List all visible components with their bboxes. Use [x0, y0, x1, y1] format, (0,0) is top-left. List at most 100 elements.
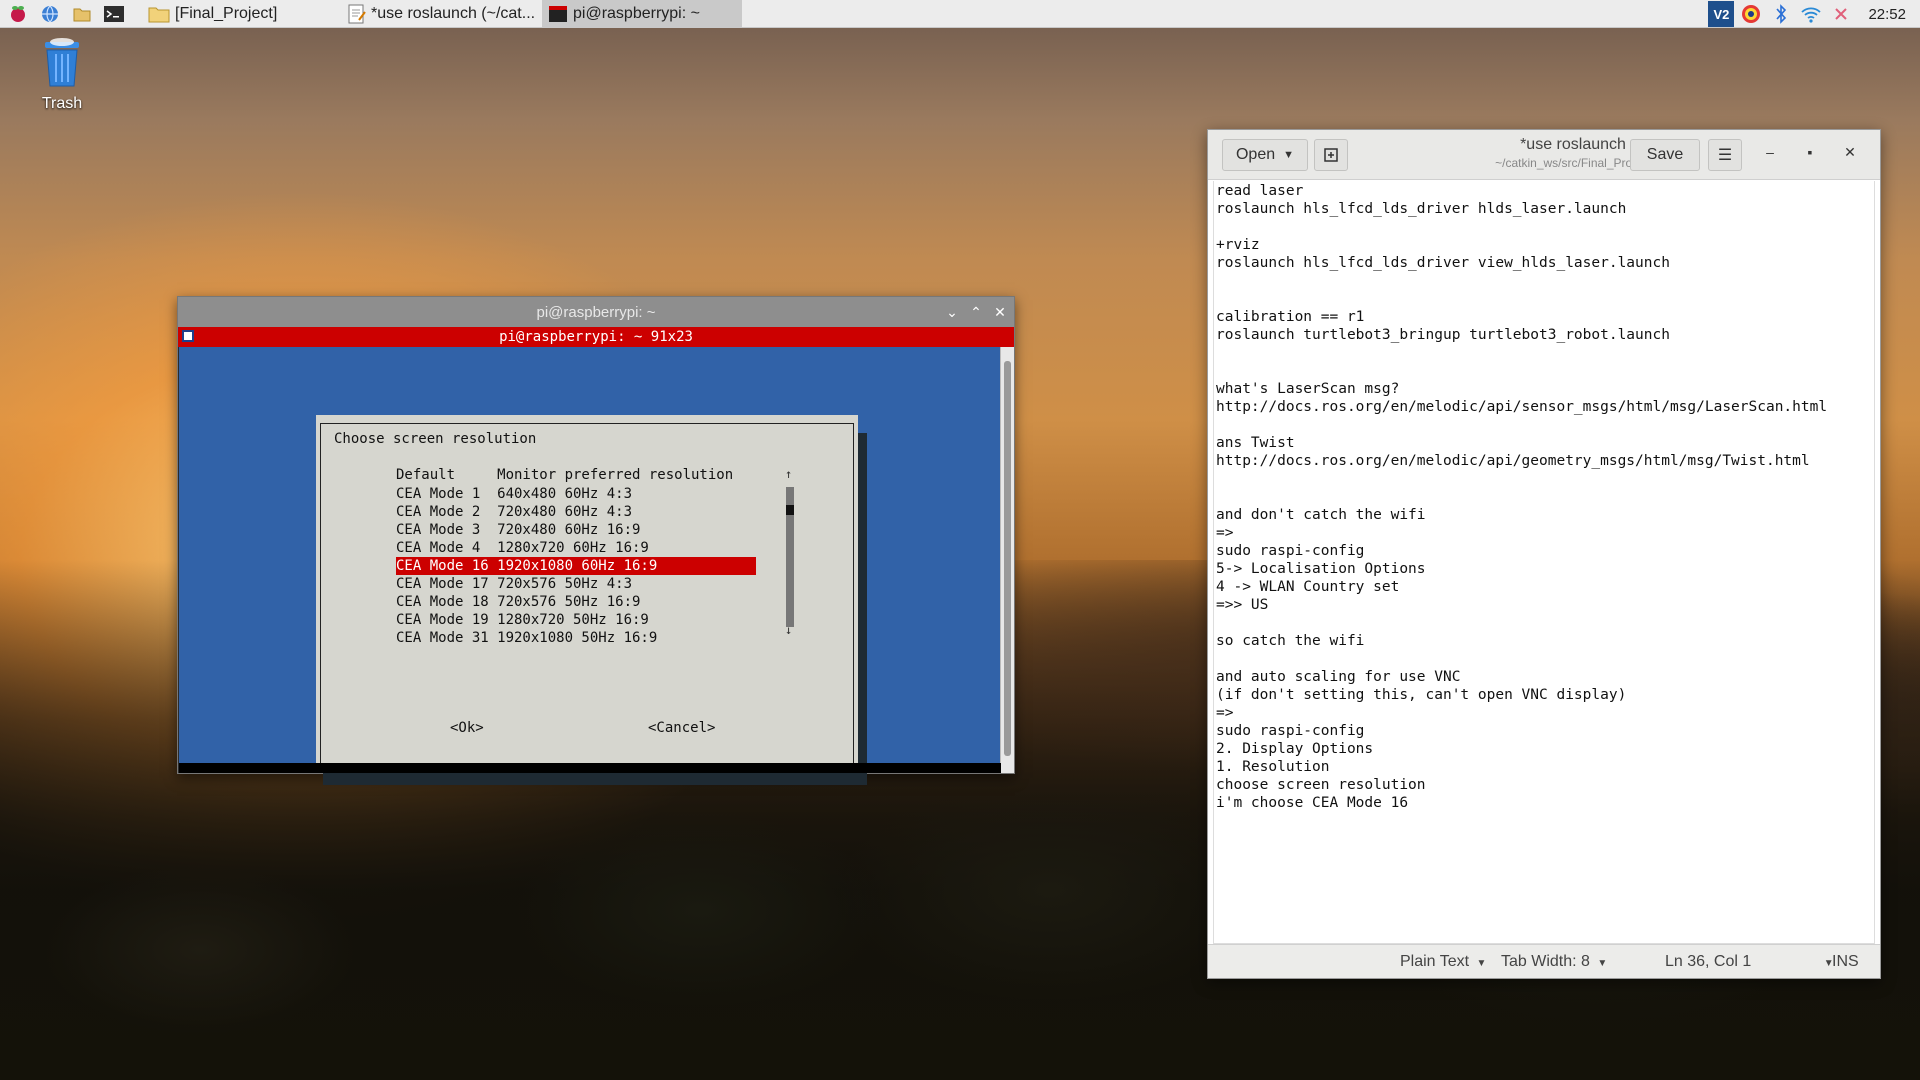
editor-minimize-button[interactable]: –	[1760, 144, 1780, 160]
editor-line[interactable]: 5-> Localisation Options	[1216, 560, 1874, 578]
editor-line[interactable]: http://docs.ros.org/en/melodic/api/geome…	[1216, 452, 1874, 470]
editor-line[interactable]	[1216, 470, 1874, 488]
save-label: Save	[1646, 146, 1684, 163]
cursor-position-label: Ln 36, Col 1	[1665, 953, 1752, 970]
task-label: pi@raspberrypi: ~	[573, 4, 700, 22]
ok-button[interactable]: <Ok>	[450, 720, 484, 736]
editor-line[interactable]	[1216, 650, 1874, 668]
cursor-position-selector[interactable]: Ln 36, Col 1 ▼	[1665, 953, 1834, 971]
task-label: *use roslaunch (~/cat...	[371, 4, 536, 22]
terminal-tab-header: pi@raspberrypi: ~ 91x23	[178, 327, 1014, 347]
editor-line[interactable]: +rviz	[1216, 236, 1874, 254]
terminal-titlebar[interactable]: pi@raspberrypi: ~ ⌄ ⌃ ✕	[178, 297, 1014, 327]
terminal-scroll-thumb[interactable]	[1004, 361, 1011, 756]
vnc-icon[interactable]: V2	[1706, 0, 1736, 28]
close-button[interactable]: ✕	[992, 304, 1008, 320]
caret-down-icon: ▼	[1476, 958, 1487, 969]
task-terminal[interactable]: pi@raspberrypi: ~	[542, 0, 742, 28]
minimize-button[interactable]: ⌄	[944, 304, 960, 320]
editor-line[interactable]	[1216, 344, 1874, 362]
option-cea-mode-1[interactable]: CEA Mode 1 640x480 60Hz 4:3	[396, 485, 756, 503]
tab-width-selector[interactable]: Tab Width: 8 ▼	[1501, 953, 1607, 971]
open-button[interactable]: Open ▼	[1222, 139, 1308, 171]
wifi-icon[interactable]	[1796, 0, 1826, 28]
editor-line[interactable]: roslaunch turtlebot3_bringup turtlebot3_…	[1216, 326, 1874, 344]
editor-line[interactable]	[1216, 290, 1874, 308]
editor-line[interactable]: 2. Display Options	[1216, 740, 1874, 758]
editor-line[interactable]: roslaunch hls_lfcd_lds_driver hlds_laser…	[1216, 200, 1874, 218]
editor-maximize-button[interactable]: ▪	[1800, 144, 1820, 160]
editor-line[interactable]: so catch the wifi	[1216, 632, 1874, 650]
editor-line[interactable]: http://docs.ros.org/en/melodic/api/senso…	[1216, 398, 1874, 416]
language-selector[interactable]: Plain Text ▼	[1400, 953, 1486, 971]
save-button[interactable]: Save	[1630, 139, 1700, 171]
editor-text-area[interactable]: read laser roslaunch hls_lfcd_lds_driver …	[1213, 181, 1875, 944]
desktop-trash[interactable]: Trash	[30, 36, 94, 113]
editor-line[interactable]: i'm choose CEA Mode 16	[1216, 794, 1874, 812]
option-cea-mode-3[interactable]: CEA Mode 3 720x480 60Hz 16:9	[396, 521, 756, 539]
editor-line[interactable]: and auto scaling for use VNC	[1216, 668, 1874, 686]
maximize-button[interactable]: ⌃	[968, 304, 984, 320]
editor-line[interactable]: =>> US	[1216, 596, 1874, 614]
editor-line[interactable]	[1216, 488, 1874, 506]
web-browser-icon[interactable]	[36, 0, 64, 28]
task-text-editor[interactable]: *use roslaunch (~/cat...	[342, 0, 542, 28]
task-file-manager[interactable]: [Final_Project]	[142, 0, 342, 28]
dialog-scrollbar[interactable]: ↑ ↓	[785, 467, 795, 637]
file-manager-icon[interactable]	[68, 0, 96, 28]
editor-headerbar[interactable]: Open ▼ *use roslaunch ~/catkin_ws/src/Fi…	[1208, 130, 1880, 180]
terminal-icon	[549, 5, 567, 22]
chevron-up-icon: ⌃	[970, 303, 982, 320]
raspberry-menu-icon[interactable]	[4, 0, 32, 28]
bluetooth-icon[interactable]	[1766, 0, 1796, 28]
option-cea-mode-4[interactable]: CEA Mode 4 1280x720 60Hz 16:9	[396, 539, 756, 557]
editor-close-button[interactable]: ✕	[1840, 144, 1860, 161]
editor-line[interactable]: and don't catch the wifi	[1216, 506, 1874, 524]
editor-line[interactable]	[1216, 218, 1874, 236]
option-default[interactable]: Default Monitor preferred resolution	[396, 467, 733, 483]
cancel-button[interactable]: <Cancel>	[648, 720, 715, 736]
editor-line[interactable]: calibration == r1	[1216, 308, 1874, 326]
option-cea-mode-31[interactable]: CEA Mode 31 1920x1080 50Hz 16:9	[396, 629, 756, 647]
option-cea-mode-2[interactable]: CEA Mode 2 720x480 60Hz 4:3	[396, 503, 756, 521]
editor-line[interactable]: 4 -> WLAN Country set	[1216, 578, 1874, 596]
editor-line[interactable]: ans Twist	[1216, 434, 1874, 452]
option-cea-mode-16-selected[interactable]: CEA Mode 16 1920x1080 60Hz 16:9	[396, 557, 756, 575]
taskbar: [Final_Project] *use roslaunch (~/cat...…	[0, 0, 1920, 28]
editor-line[interactable]	[1216, 416, 1874, 434]
editor-line[interactable]: 1. Resolution	[1216, 758, 1874, 776]
menu-button[interactable]: ☰	[1708, 139, 1742, 171]
clock[interactable]: 22:52	[1856, 6, 1920, 23]
option-cea-mode-19[interactable]: CEA Mode 19 1280x720 50Hz 16:9	[396, 611, 756, 629]
editor-line[interactable]: roslaunch hls_lfcd_lds_driver view_hlds_…	[1216, 254, 1874, 272]
text-editor-window[interactable]: Open ▼ *use roslaunch ~/catkin_ws/src/Fi…	[1207, 129, 1881, 979]
editor-line[interactable]: =>	[1216, 524, 1874, 542]
editor-line[interactable]	[1216, 362, 1874, 380]
editor-line[interactable]	[1216, 614, 1874, 632]
trash-icon	[45, 38, 79, 87]
terminal-scrollbar[interactable]	[1000, 347, 1014, 773]
editor-line[interactable]: choose screen resolution	[1216, 776, 1874, 794]
insert-mode-indicator[interactable]: INS	[1832, 953, 1859, 971]
editor-line[interactable]	[1216, 272, 1874, 290]
editor-line[interactable]: read laser	[1216, 182, 1874, 200]
editor-line[interactable]: sudo raspi-config	[1216, 722, 1874, 740]
terminal-launcher-icon[interactable]	[100, 0, 128, 28]
editor-line[interactable]: sudo raspi-config	[1216, 542, 1874, 560]
editor-line[interactable]: what's LaserScan msg?	[1216, 380, 1874, 398]
editor-line[interactable]: (if don't setting this, can't open VNC d…	[1216, 686, 1874, 704]
update-icon[interactable]	[1736, 0, 1766, 28]
option-cea-mode-18[interactable]: CEA Mode 18 720x576 50Hz 16:9	[396, 593, 756, 611]
scroll-thumb[interactable]	[786, 505, 794, 515]
option-cea-mode-17[interactable]: CEA Mode 17 720x576 50Hz 4:3	[396, 575, 756, 593]
new-document-button[interactable]	[1314, 139, 1348, 171]
volume-muted-icon[interactable]	[1826, 0, 1856, 28]
terminal-window[interactable]: pi@raspberrypi: ~ ⌄ ⌃ ✕ pi@raspberrypi: …	[177, 296, 1015, 785]
scroll-up-arrow-icon[interactable]: ↑	[785, 467, 792, 481]
close-icon: ✕	[994, 303, 1006, 320]
terminal-body[interactable]: Choose screen resolution Default Monitor…	[179, 347, 1001, 785]
close-icon: ✕	[1844, 144, 1856, 160]
editor-line[interactable]: =>	[1216, 704, 1874, 722]
terminal-app-icon	[182, 330, 194, 342]
scroll-down-arrow-icon[interactable]: ↓	[785, 623, 792, 637]
